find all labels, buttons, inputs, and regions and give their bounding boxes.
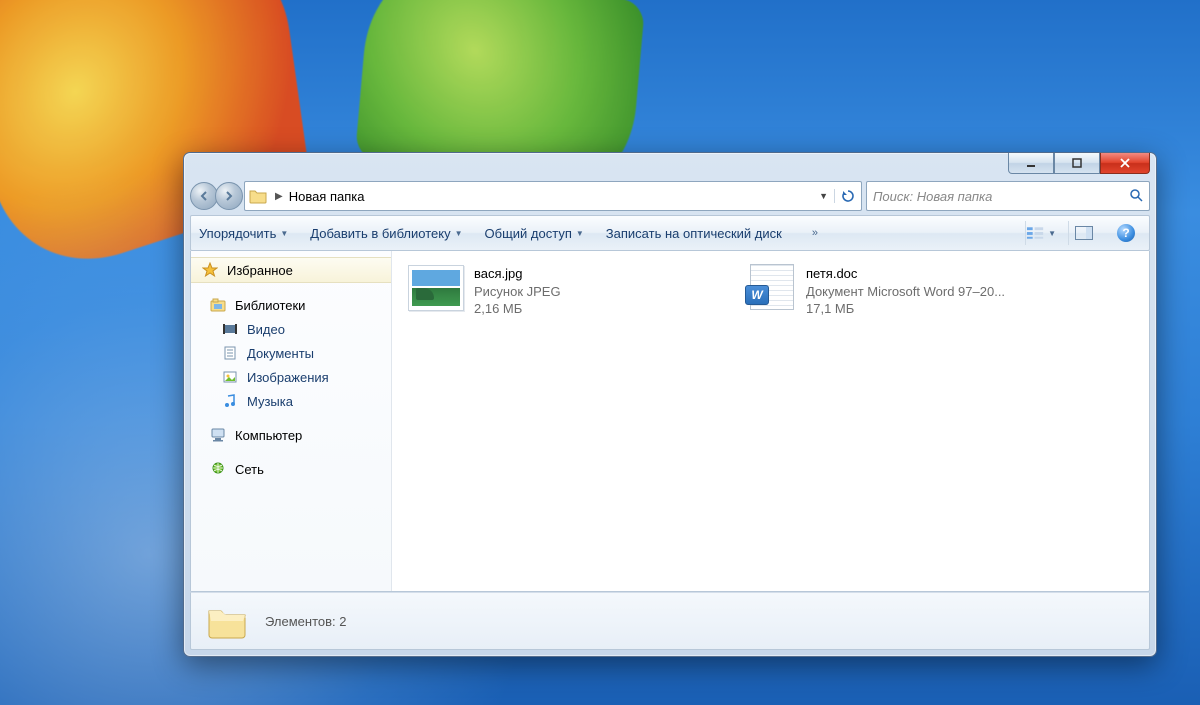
sidebar-item-documents[interactable]: Документы <box>191 341 391 365</box>
toolbar-organize-label: Упорядочить <box>199 226 276 241</box>
chevron-down-icon: ▼ <box>455 229 463 238</box>
toolbar-add-to-library[interactable]: Добавить в библиотеку ▼ <box>310 226 462 241</box>
search-box[interactable]: Поиск: Новая папка <box>866 181 1150 211</box>
sidebar-computer[interactable]: Компьютер <box>191 423 391 447</box>
toolbar-share-label: Общий доступ <box>485 226 572 241</box>
toolbar-overflow[interactable]: » <box>804 227 826 239</box>
minimize-button[interactable] <box>1008 153 1054 174</box>
chevron-down-icon: ▼ <box>1048 229 1056 238</box>
computer-icon <box>209 427 227 443</box>
maximize-button[interactable] <box>1054 153 1100 174</box>
toolbar-burn-label: Записать на оптический диск <box>606 226 782 241</box>
file-thumbnail: W <box>748 265 796 309</box>
file-type: Документ Microsoft Word 97–20... <box>806 283 1005 301</box>
explorer-window: ▶ Новая папка ▼ Поиск: Новая папка Упоря… <box>183 152 1157 657</box>
chevron-down-icon: ▼ <box>280 229 288 238</box>
sidebar-favorites-label: Избранное <box>227 263 293 278</box>
status-bar: Элементов: 2 <box>190 592 1150 650</box>
file-details: петя.doc Документ Microsoft Word 97–20..… <box>806 265 1005 318</box>
sidebar-item-music[interactable]: Музыка <box>191 389 391 413</box>
breadcrumb-folder[interactable]: Новая папка <box>289 189 365 204</box>
file-name: вася.jpg <box>474 265 561 283</box>
file-details: вася.jpg Рисунок JPEG 2,16 МБ <box>474 265 561 318</box>
breadcrumb-separator-icon: ▶ <box>269 191 289 202</box>
address-dropdown-icon[interactable]: ▼ <box>813 191 834 201</box>
address-row: ▶ Новая папка ▼ Поиск: Новая папка <box>190 181 1150 211</box>
sidebar-item-label: Документы <box>247 346 314 361</box>
file-size: 17,1 МБ <box>806 300 1005 318</box>
sidebar-libraries[interactable]: Библиотеки <box>191 293 391 317</box>
star-icon <box>201 262 219 278</box>
sidebar-item-pictures[interactable]: Изображения <box>191 365 391 389</box>
sidebar-computer-label: Компьютер <box>235 428 302 443</box>
window-controls <box>1008 153 1150 174</box>
toolbar-burn[interactable]: Записать на оптический диск <box>606 226 782 241</box>
search-icon <box>1129 188 1143 205</box>
refresh-button[interactable] <box>834 189 861 203</box>
toolbar-add-library-label: Добавить в библиотеку <box>310 226 450 241</box>
file-thumbnail <box>408 265 464 311</box>
chevron-down-icon: ▼ <box>576 229 584 238</box>
view-options-button[interactable]: ▼ <box>1025 221 1056 245</box>
file-list[interactable]: вася.jpg Рисунок JPEG 2,16 МБ W петя.doc… <box>392 251 1149 591</box>
pictures-icon <box>221 369 239 385</box>
client-area: Избранное Библиотеки Видео <box>190 251 1150 592</box>
file-size: 2,16 МБ <box>474 300 561 318</box>
help-button[interactable]: ? <box>1111 221 1141 245</box>
status-count: Элементов: 2 <box>265 614 346 629</box>
sidebar-network[interactable]: Сеть <box>191 457 391 481</box>
documents-icon <box>221 345 239 361</box>
sidebar-favorites[interactable]: Избранное <box>191 257 391 283</box>
network-icon <box>209 461 227 477</box>
jpeg-preview-icon <box>412 270 460 306</box>
folder-icon <box>249 188 267 204</box>
video-icon <box>221 321 239 337</box>
toolbar: Упорядочить ▼ Добавить в библиотеку ▼ Об… <box>190 215 1150 251</box>
file-item-jpeg[interactable]: вася.jpg Рисунок JPEG 2,16 МБ <box>408 265 708 318</box>
folder-icon <box>205 601 249 641</box>
file-type: Рисунок JPEG <box>474 283 561 301</box>
toolbar-organize[interactable]: Упорядочить ▼ <box>199 226 288 241</box>
search-placeholder: Поиск: Новая папка <box>873 189 992 204</box>
doc-icon: W <box>750 264 794 310</box>
navigation-pane: Избранное Библиотеки Видео <box>191 251 392 591</box>
preview-pane-button[interactable] <box>1068 221 1099 245</box>
nav-buttons <box>190 181 240 211</box>
library-icon <box>209 297 227 313</box>
word-badge-icon: W <box>745 285 769 305</box>
sidebar-item-label: Видео <box>247 322 285 337</box>
sidebar-item-label: Музыка <box>247 394 293 409</box>
address-bar[interactable]: ▶ Новая папка ▼ <box>244 181 862 211</box>
close-button[interactable] <box>1100 153 1150 174</box>
help-icon: ? <box>1117 224 1135 242</box>
file-name: петя.doc <box>806 265 1005 283</box>
music-icon <box>221 393 239 409</box>
sidebar-network-label: Сеть <box>235 462 264 477</box>
file-item-doc[interactable]: W петя.doc Документ Microsoft Word 97–20… <box>748 265 1048 318</box>
sidebar-item-label: Изображения <box>247 370 329 385</box>
toolbar-share[interactable]: Общий доступ ▼ <box>485 226 584 241</box>
sidebar-libraries-label: Библиотеки <box>235 298 305 313</box>
forward-button[interactable] <box>215 182 243 210</box>
sidebar-item-video[interactable]: Видео <box>191 317 391 341</box>
back-button[interactable] <box>190 182 218 210</box>
